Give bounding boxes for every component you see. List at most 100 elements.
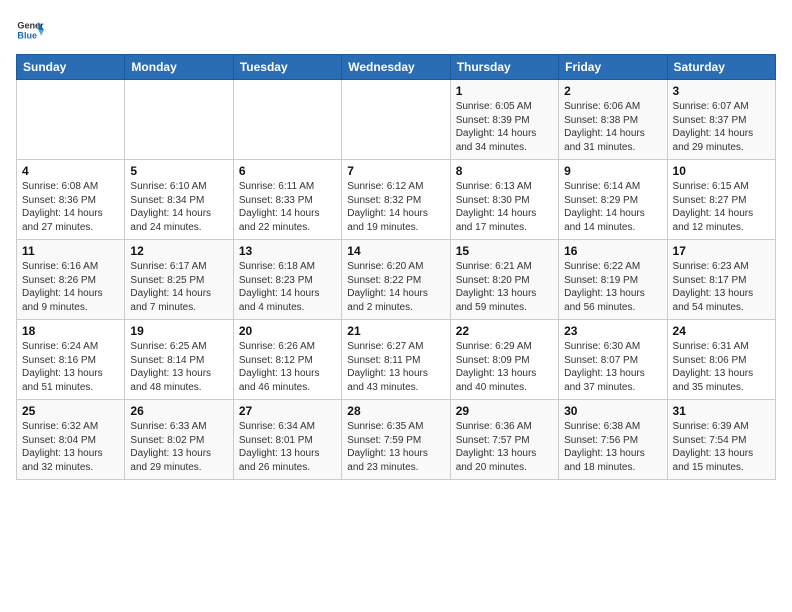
day-cell	[342, 80, 450, 160]
day-cell: 22 Sunrise: 6:29 AM Sunset: 8:09 PM Dayli…	[450, 320, 558, 400]
week-row-2: 4 Sunrise: 6:08 AM Sunset: 8:36 PM Daylig…	[17, 160, 776, 240]
day-number: 1	[456, 84, 553, 98]
day-info: Sunrise: 6:27 AM Sunset: 8:11 PM Dayligh…	[347, 340, 444, 394]
header: General Blue	[16, 16, 776, 44]
day-info: Sunrise: 6:38 AM Sunset: 7:56 PM Dayligh…	[564, 420, 661, 474]
day-number: 23	[564, 324, 661, 338]
day-cell: 16Sunrise: 6:22 AM Sunset: 8:19 PM Dayli…	[559, 240, 667, 320]
week-row-4: 18 Sunrise: 6:24 AM Sunset: 8:16 PM Dayli…	[17, 320, 776, 400]
day-number: 11	[22, 244, 119, 258]
day-cell: 1Sunrise: 6:05 AM Sunset: 8:39 PM Daylig…	[450, 80, 558, 160]
day-info: Sunrise: 6:31 AM Sunset: 8:06 PM Dayligh…	[673, 340, 770, 394]
day-info: Sunrise: 6:29 AM Sunset: 8:09 PM Dayligh…	[456, 340, 553, 394]
day-number: 9	[564, 164, 661, 178]
day-cell: 26 Sunrise: 6:33 AM Sunset: 8:02 PM Dayli…	[125, 400, 233, 480]
day-info: Sunrise: 6:20 AM Sunset: 8:22 PM Dayligh…	[347, 260, 444, 314]
day-cell: 15 Sunrise: 6:21 AM Sunset: 8:20 PM Dayli…	[450, 240, 558, 320]
day-info: Sunrise: 6:32 AM Sunset: 8:04 PM Dayligh…	[22, 420, 119, 474]
week-row-3: 11 Sunrise: 6:16 AM Sunset: 8:26 PM Dayli…	[17, 240, 776, 320]
day-number: 3	[673, 84, 770, 98]
day-cell: 31Sunrise: 6:39 AM Sunset: 7:54 PM Dayli…	[667, 400, 775, 480]
day-number: 18	[22, 324, 119, 338]
day-cell: 13 Sunrise: 6:18 AM Sunset: 8:23 PM Dayli…	[233, 240, 341, 320]
day-number: 19	[130, 324, 227, 338]
week-row-5: 25Sunrise: 6:32 AM Sunset: 8:04 PM Dayli…	[17, 400, 776, 480]
day-number: 14	[347, 244, 444, 258]
header-day-monday: Monday	[125, 55, 233, 80]
day-info: Sunrise: 6:21 AM Sunset: 8:20 PM Dayligh…	[456, 260, 553, 314]
logo: General Blue	[16, 16, 48, 44]
day-info: Sunrise: 6:11 AM Sunset: 8:33 PM Dayligh…	[239, 180, 336, 234]
day-cell: 14 Sunrise: 6:20 AM Sunset: 8:22 PM Dayli…	[342, 240, 450, 320]
calendar-table: SundayMondayTuesdayWednesdayThursdayFrid…	[16, 54, 776, 480]
day-info: Sunrise: 6:33 AM Sunset: 8:02 PM Dayligh…	[130, 420, 227, 474]
day-cell: 5 Sunrise: 6:10 AM Sunset: 8:34 PM Daylig…	[125, 160, 233, 240]
header-day-saturday: Saturday	[667, 55, 775, 80]
day-cell: 23 Sunrise: 6:30 AM Sunset: 8:07 PM Dayli…	[559, 320, 667, 400]
day-cell: 28 Sunrise: 6:35 AM Sunset: 7:59 PM Dayli…	[342, 400, 450, 480]
day-number: 21	[347, 324, 444, 338]
day-info: Sunrise: 6:35 AM Sunset: 7:59 PM Dayligh…	[347, 420, 444, 474]
day-cell: 24 Sunrise: 6:31 AM Sunset: 8:06 PM Dayli…	[667, 320, 775, 400]
day-info: Sunrise: 6:30 AM Sunset: 8:07 PM Dayligh…	[564, 340, 661, 394]
day-number: 28	[347, 404, 444, 418]
day-number: 12	[130, 244, 227, 258]
header-day-wednesday: Wednesday	[342, 55, 450, 80]
day-cell: 6 Sunrise: 6:11 AM Sunset: 8:33 PM Daylig…	[233, 160, 341, 240]
day-cell: 20 Sunrise: 6:26 AM Sunset: 8:12 PM Dayli…	[233, 320, 341, 400]
day-number: 5	[130, 164, 227, 178]
day-info: Sunrise: 6:34 AM Sunset: 8:01 PM Dayligh…	[239, 420, 336, 474]
day-info: Sunrise: 6:23 AM Sunset: 8:17 PM Dayligh…	[673, 260, 770, 314]
header-day-thursday: Thursday	[450, 55, 558, 80]
day-info: Sunrise: 6:08 AM Sunset: 8:36 PM Dayligh…	[22, 180, 119, 234]
day-info: Sunrise: 6:18 AM Sunset: 8:23 PM Dayligh…	[239, 260, 336, 314]
day-number: 4	[22, 164, 119, 178]
day-number: 6	[239, 164, 336, 178]
day-info: Sunrise: 6:06 AM Sunset: 8:38 PM Dayligh…	[564, 100, 661, 154]
day-cell: 17Sunrise: 6:23 AM Sunset: 8:17 PM Dayli…	[667, 240, 775, 320]
day-info: Sunrise: 6:26 AM Sunset: 8:12 PM Dayligh…	[239, 340, 336, 394]
day-cell: 8Sunrise: 6:13 AM Sunset: 8:30 PM Daylig…	[450, 160, 558, 240]
day-cell: 21 Sunrise: 6:27 AM Sunset: 8:11 PM Dayli…	[342, 320, 450, 400]
day-info: Sunrise: 6:14 AM Sunset: 8:29 PM Dayligh…	[564, 180, 661, 234]
day-number: 26	[130, 404, 227, 418]
day-info: Sunrise: 6:24 AM Sunset: 8:16 PM Dayligh…	[22, 340, 119, 394]
day-info: Sunrise: 6:25 AM Sunset: 8:14 PM Dayligh…	[130, 340, 227, 394]
day-cell: 3 Sunrise: 6:07 AM Sunset: 8:37 PM Daylig…	[667, 80, 775, 160]
day-info: Sunrise: 6:39 AM Sunset: 7:54 PM Dayligh…	[673, 420, 770, 474]
day-number: 10	[673, 164, 770, 178]
day-number: 20	[239, 324, 336, 338]
day-info: Sunrise: 6:12 AM Sunset: 8:32 PM Dayligh…	[347, 180, 444, 234]
header-day-tuesday: Tuesday	[233, 55, 341, 80]
logo-icon: General Blue	[16, 16, 44, 44]
day-cell: 10 Sunrise: 6:15 AM Sunset: 8:27 PM Dayli…	[667, 160, 775, 240]
day-info: Sunrise: 6:16 AM Sunset: 8:26 PM Dayligh…	[22, 260, 119, 314]
day-cell: 12 Sunrise: 6:17 AM Sunset: 8:25 PM Dayli…	[125, 240, 233, 320]
day-cell: 29Sunrise: 6:36 AM Sunset: 7:57 PM Dayli…	[450, 400, 558, 480]
header-row: SundayMondayTuesdayWednesdayThursdayFrid…	[17, 55, 776, 80]
day-cell: 25Sunrise: 6:32 AM Sunset: 8:04 PM Dayli…	[17, 400, 125, 480]
day-info: Sunrise: 6:10 AM Sunset: 8:34 PM Dayligh…	[130, 180, 227, 234]
week-row-1: 1Sunrise: 6:05 AM Sunset: 8:39 PM Daylig…	[17, 80, 776, 160]
day-cell: 2 Sunrise: 6:06 AM Sunset: 8:38 PM Daylig…	[559, 80, 667, 160]
day-number: 2	[564, 84, 661, 98]
day-cell: 19 Sunrise: 6:25 AM Sunset: 8:14 PM Dayli…	[125, 320, 233, 400]
day-cell: 30 Sunrise: 6:38 AM Sunset: 7:56 PM Dayli…	[559, 400, 667, 480]
header-day-sunday: Sunday	[17, 55, 125, 80]
day-number: 30	[564, 404, 661, 418]
day-number: 15	[456, 244, 553, 258]
day-number: 13	[239, 244, 336, 258]
day-info: Sunrise: 6:13 AM Sunset: 8:30 PM Dayligh…	[456, 180, 553, 234]
day-cell	[17, 80, 125, 160]
day-info: Sunrise: 6:17 AM Sunset: 8:25 PM Dayligh…	[130, 260, 227, 314]
day-info: Sunrise: 6:07 AM Sunset: 8:37 PM Dayligh…	[673, 100, 770, 154]
day-cell: 9 Sunrise: 6:14 AM Sunset: 8:29 PM Daylig…	[559, 160, 667, 240]
svg-text:Blue: Blue	[17, 30, 37, 40]
day-cell: 11 Sunrise: 6:16 AM Sunset: 8:26 PM Dayli…	[17, 240, 125, 320]
day-cell: 27Sunrise: 6:34 AM Sunset: 8:01 PM Dayli…	[233, 400, 341, 480]
day-number: 22	[456, 324, 553, 338]
day-info: Sunrise: 6:15 AM Sunset: 8:27 PM Dayligh…	[673, 180, 770, 234]
day-cell	[125, 80, 233, 160]
day-number: 24	[673, 324, 770, 338]
day-info: Sunrise: 6:36 AM Sunset: 7:57 PM Dayligh…	[456, 420, 553, 474]
